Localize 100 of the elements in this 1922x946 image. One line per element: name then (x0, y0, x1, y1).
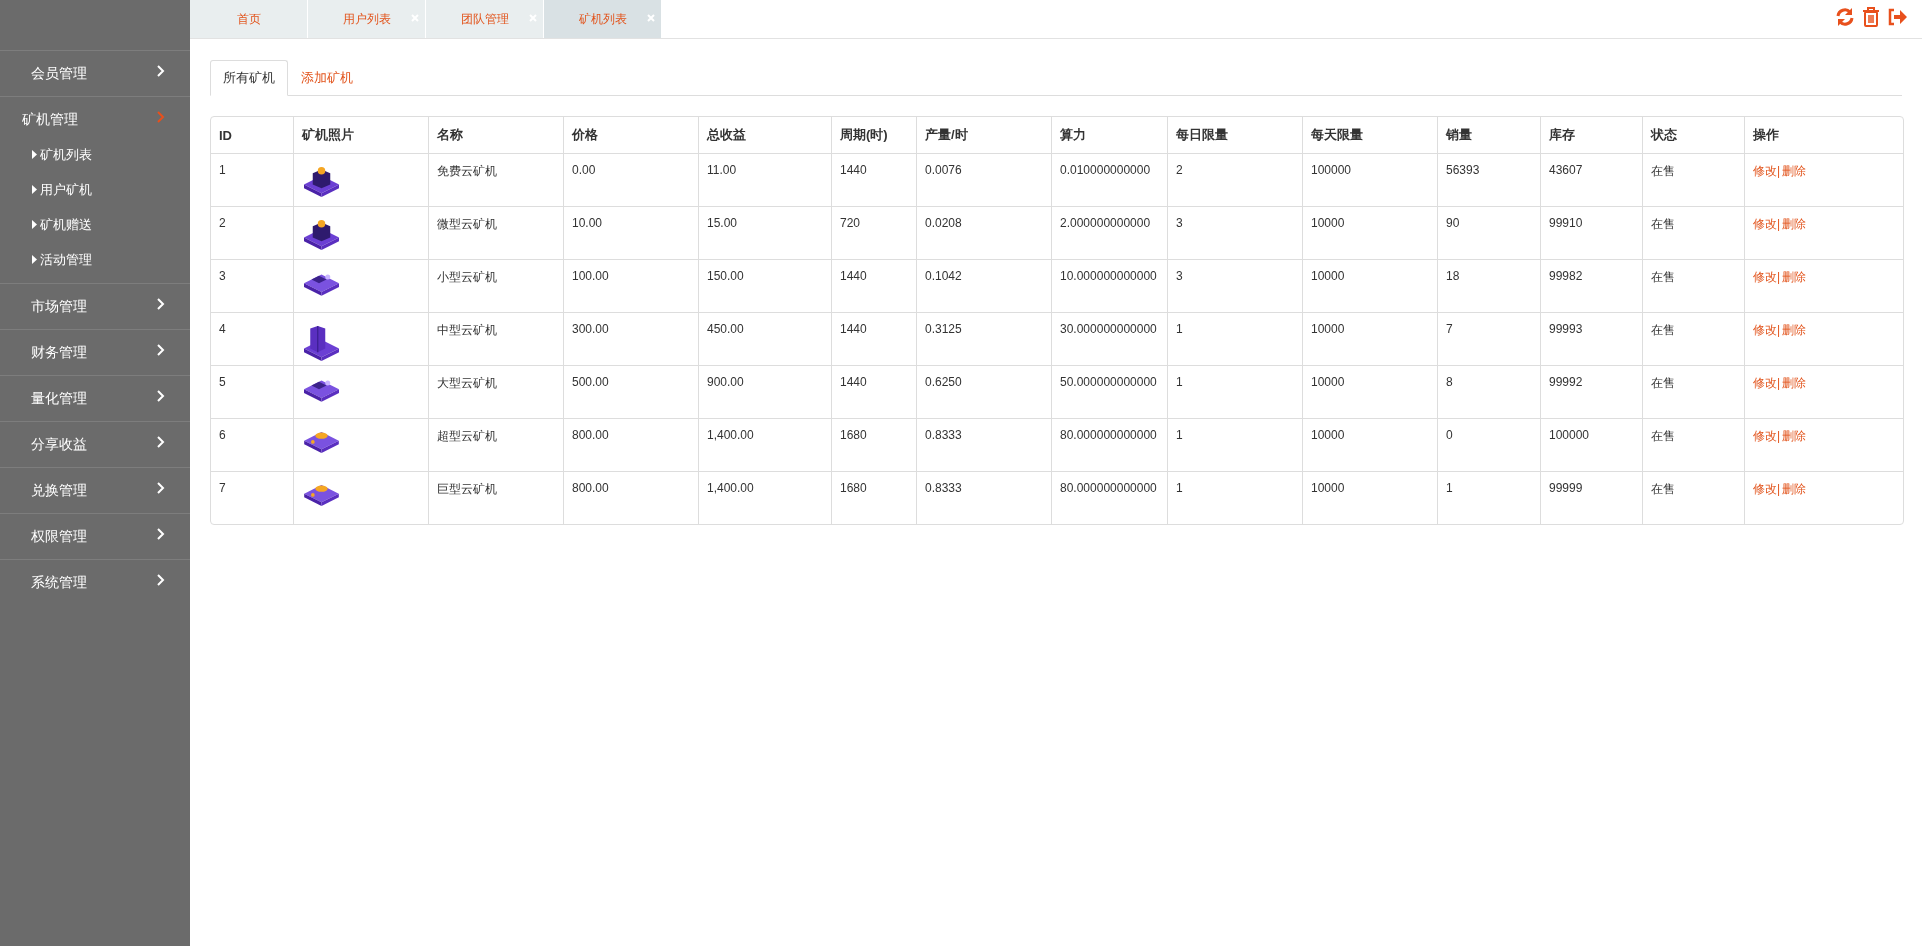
tab[interactable]: 添加矿机 (288, 60, 366, 96)
table-cell: 4 (219, 322, 226, 336)
action-link[interactable]: 修改 (1753, 270, 1777, 284)
table-cell: 在售 (1651, 270, 1675, 284)
table-cell: 2.000000000000 (1060, 216, 1151, 230)
chevron-icon (156, 481, 165, 494)
table-cell: 720 (840, 216, 861, 230)
action-link[interactable]: 删除 (1782, 429, 1807, 443)
sidebar-item[interactable]: 分享收益 (0, 422, 190, 467)
action-link[interactable]: 修改 (1753, 323, 1777, 337)
table-cell: 90 (1446, 216, 1460, 230)
table-cell: 800.00 (572, 428, 609, 442)
sidebar-subitem[interactable]: 活动管理 (0, 242, 190, 277)
action-link[interactable]: 修改 (1753, 482, 1777, 496)
column-header: 每天限量 (1302, 117, 1438, 154)
action-link[interactable]: 删除 (1782, 376, 1807, 390)
chevron-icon (156, 435, 165, 448)
table-cell: 99999 (1549, 481, 1583, 495)
table-cell: 1680 (840, 428, 867, 442)
table-cell: 0.0208 (925, 216, 962, 230)
table-cell: 0.6250 (925, 375, 962, 389)
table-cell: 1 (1176, 322, 1183, 336)
table-cell: 1 (1176, 375, 1183, 389)
table-cell: 43607 (1549, 163, 1583, 177)
action-link[interactable]: 修改 (1753, 217, 1777, 231)
sidebar-item[interactable]: 市场管理 (0, 284, 190, 329)
table-cell: 450.00 (707, 322, 744, 336)
refresh-icon[interactable] (1835, 7, 1855, 27)
table-cell: 56393 (1446, 163, 1480, 177)
sidebar-item[interactable]: 量化管理 (0, 376, 190, 421)
table-cell: 10000 (1311, 481, 1345, 495)
action-link[interactable]: 删除 (1782, 217, 1807, 231)
caret-icon (32, 220, 37, 229)
action-link[interactable]: 删除 (1782, 270, 1807, 284)
table-cell: 5 (219, 375, 226, 389)
table-cell: 1440 (840, 163, 867, 177)
separator: | (1777, 270, 1781, 284)
table-cell: 8 (1446, 375, 1453, 389)
sidebar-item[interactable]: 权限管理 (0, 514, 190, 559)
separator: | (1777, 482, 1781, 496)
table-cell: 在售 (1651, 164, 1675, 178)
table-cell: 150.00 (707, 269, 744, 283)
action-link[interactable]: 修改 (1753, 376, 1777, 390)
tab[interactable]: 所有矿机 (210, 60, 288, 96)
trash-icon[interactable] (1861, 7, 1881, 27)
table-cell: 800.00 (572, 481, 609, 495)
chevron-icon (156, 343, 165, 356)
table-cell: 在售 (1651, 482, 1675, 496)
table-cell: 2 (219, 216, 226, 230)
action-link[interactable]: 删除 (1782, 164, 1807, 178)
sidebar-item[interactable]: 兑换管理 (0, 468, 190, 513)
table-cell: 0.00 (572, 163, 596, 177)
chevron-icon (156, 389, 165, 402)
table-cell: 99992 (1549, 375, 1583, 389)
column-header: 每日限量 (1167, 117, 1303, 154)
table-cell: 10000 (1311, 269, 1345, 283)
table-cell: 0.1042 (925, 269, 962, 283)
tab[interactable]: 团队管理 (426, 0, 544, 38)
sidebar-item[interactable]: 财务管理 (0, 330, 190, 375)
table-cell: 1440 (840, 322, 867, 336)
sidebar-item[interactable]: 会员管理 (0, 51, 190, 96)
sidebar-subitem[interactable]: 用户矿机 (0, 172, 190, 207)
action-link[interactable]: 删除 (1782, 482, 1807, 496)
sidebar-subitem[interactable]: 矿机赠送 (0, 207, 190, 242)
isometric-building-icon (304, 167, 339, 197)
caret-icon (32, 150, 37, 159)
chevron-icon (156, 111, 165, 123)
table-cell: 18 (1446, 269, 1460, 283)
isometric-building-icon (304, 220, 339, 250)
separator: | (1777, 164, 1781, 178)
tab[interactable]: 首页 (190, 0, 308, 38)
tab[interactable]: 矿机列表 (544, 0, 662, 38)
table-cell: 1 (1446, 481, 1453, 495)
column-header: 算力 (1051, 117, 1168, 154)
table-cell: 3 (1176, 269, 1183, 283)
separator: | (1777, 323, 1781, 337)
sidebar-item[interactable]: 系统管理 (0, 560, 190, 605)
action-link[interactable]: 修改 (1753, 429, 1777, 443)
table-cell: 30.000000000000 (1060, 322, 1157, 336)
table-cell: 2 (1176, 163, 1183, 177)
tab[interactable]: 用户列表 (308, 0, 426, 38)
action-link[interactable]: 删除 (1782, 323, 1807, 337)
logout-icon[interactable] (1887, 7, 1907, 27)
table-cell: 0.8333 (925, 428, 962, 442)
table-cell: 0.3125 (925, 322, 962, 336)
table-cell: 中型云矿机 (437, 323, 497, 337)
table-cell: 99993 (1549, 322, 1583, 336)
column-header: 操作 (1744, 117, 1903, 154)
isometric-coin-platform-icon (304, 432, 339, 453)
chevron-icon (156, 297, 165, 310)
table-cell: 小型云矿机 (437, 270, 497, 284)
column-header: 状态 (1642, 117, 1745, 154)
table-cell: 1 (1176, 428, 1183, 442)
table-cell: 100000 (1549, 428, 1590, 442)
table-cell: 15.00 (707, 216, 738, 230)
separator: | (1777, 376, 1781, 390)
table-cell: 在售 (1651, 323, 1675, 337)
table-cell: 大型云矿机 (437, 376, 497, 390)
action-link[interactable]: 修改 (1753, 164, 1777, 178)
table-cell: 0.0076 (925, 163, 962, 177)
